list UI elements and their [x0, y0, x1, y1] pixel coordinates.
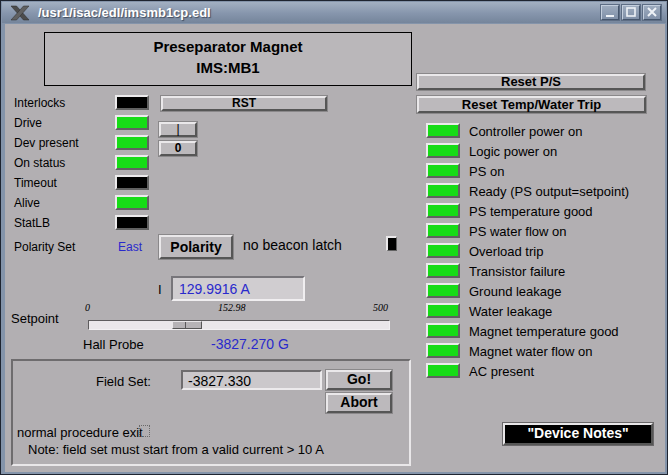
status-led [426, 303, 460, 318]
status-row: PS temperature good [5, 203, 665, 221]
status-row: Transistor failure [5, 263, 665, 281]
status-label: Magnet water flow on [469, 344, 593, 359]
status-led [426, 263, 460, 278]
abort-button[interactable]: Abort [326, 393, 392, 413]
device-title: Preseparator Magnet [45, 38, 411, 55]
status-row: Overload trip [5, 243, 665, 261]
status-label: Ready (PS output=setpoint) [469, 184, 629, 199]
minimize-icon [602, 6, 618, 19]
status-row: PS on [5, 163, 665, 181]
status-label: PS water flow on [469, 224, 567, 239]
status-row: PS water flow on [5, 223, 665, 241]
status-led [426, 283, 460, 298]
status-led [426, 223, 460, 238]
status-row: Water leakage [5, 303, 665, 321]
maximize-icon [623, 6, 639, 19]
status-row: Controller power on [5, 123, 665, 141]
status-led [426, 163, 460, 178]
reset-ps-button[interactable]: Reset P/S [417, 74, 645, 90]
procedure-status-text: normal procedure exit [17, 425, 143, 440]
window-system-icon[interactable] [10, 5, 30, 21]
device-notes-button[interactable]: "Device Notes" [503, 423, 653, 445]
status-label: Controller power on [469, 124, 582, 139]
field-set-note: Note: field set must start from a valid … [28, 442, 324, 457]
status-label: PS on [469, 164, 504, 179]
status-label: Interlocks [14, 96, 65, 110]
status-label: Water leakage [469, 304, 552, 319]
status-label: Transistor failure [469, 264, 565, 279]
status-row: AC present [5, 363, 665, 381]
status-label: Ground leakage [469, 284, 562, 299]
status-led [115, 95, 149, 110]
status-led [426, 123, 460, 138]
window: /usr1/isac/edl/imsmb1cp.edl Preseparator… [0, 0, 668, 475]
status-label: Overload trip [469, 244, 543, 259]
status-row: Ground leakage [5, 283, 665, 301]
status-label: Logic power on [469, 144, 557, 159]
status-led [426, 323, 460, 338]
status-row: Logic power on [5, 143, 665, 161]
status-label: AC present [469, 364, 534, 379]
window-title: /usr1/isac/edl/imsmb1cp.edl [38, 5, 211, 20]
status-led [426, 183, 460, 198]
maximize-button[interactable] [622, 5, 640, 20]
close-icon [644, 6, 660, 19]
minimize-button[interactable] [601, 5, 619, 20]
status-label: PS temperature good [469, 204, 593, 219]
device-subtitle: IMS:MB1 [45, 59, 411, 76]
status-row: Magnet temperature good [5, 323, 665, 341]
status-led [426, 143, 460, 158]
status-led [426, 343, 460, 358]
status-row: Magnet water flow on [5, 343, 665, 361]
reset-temp-water-button[interactable]: Reset Temp/Water Trip [417, 96, 646, 113]
status-label: Magnet temperature good [469, 324, 619, 339]
status-row: Ready (PS output=setpoint) [5, 183, 665, 201]
status-led [426, 243, 460, 258]
rst-button[interactable]: RST [161, 96, 327, 111]
status-cursor-box [139, 425, 150, 437]
status-led [426, 203, 460, 218]
titlebar[interactable]: /usr1/isac/edl/imsmb1cp.edl [2, 2, 666, 23]
main-panel: Preseparator Magnet IMS:MB1 Interlocks D… [5, 24, 665, 472]
status-led [426, 363, 460, 378]
device-header: Preseparator Magnet IMS:MB1 [44, 32, 412, 86]
close-button[interactable] [643, 5, 661, 20]
